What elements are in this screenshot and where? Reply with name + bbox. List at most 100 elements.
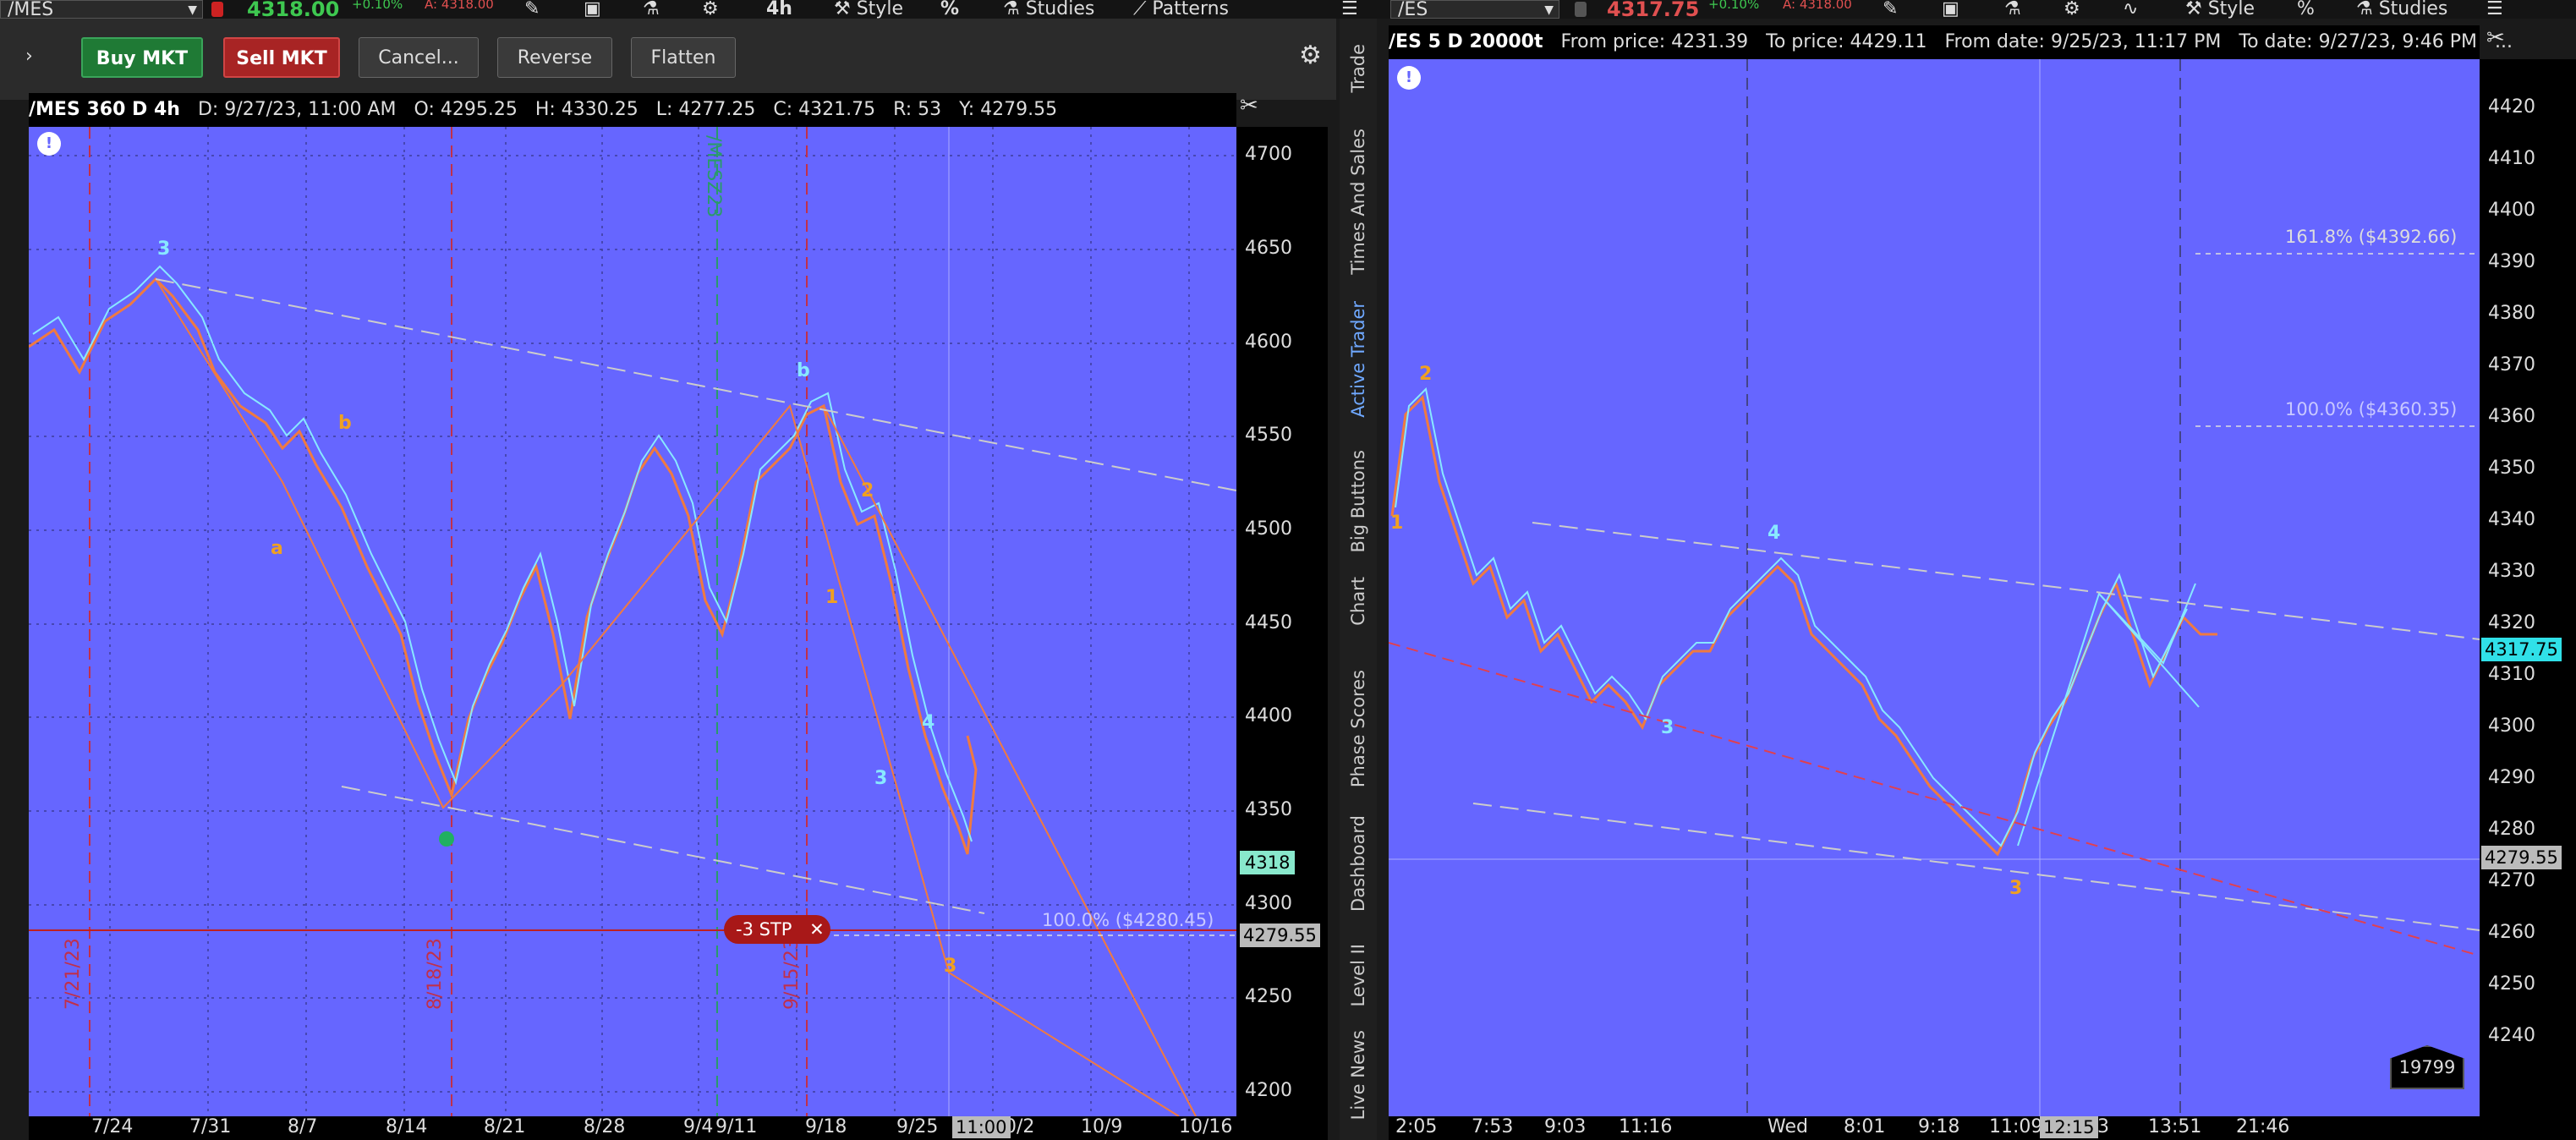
stop-order-chip[interactable]: -3 STP ✕: [724, 915, 830, 944]
chevron-down-icon: ▼: [188, 3, 197, 17]
studies-menu[interactable]: ⚗ Studies: [1003, 0, 1094, 19]
tab-times-and-sales[interactable]: Times And Sales: [1348, 129, 1368, 275]
price-tick: 4340: [2488, 509, 2535, 530]
cancel-button[interactable]: Cancel...: [359, 37, 479, 78]
gear-icon[interactable]: ⚙: [702, 0, 719, 19]
crosshair-price-tag: 4279.55: [2481, 846, 2562, 869]
tab-active-trader[interactable]: Active Trader: [1348, 301, 1368, 418]
tab-trade[interactable]: Trade: [1348, 44, 1368, 93]
left-date-axis[interactable]: 7/24 7/31 8/7 8/14 8/21 8/28 9/4 9/11 9/…: [29, 1116, 1328, 1140]
flask-icon[interactable]: ⚗: [2004, 0, 2021, 19]
flatten-button[interactable]: Flatten: [631, 37, 736, 78]
snapshot-icon[interactable]: ▣: [584, 0, 601, 19]
drawing-tools-icon[interactable]: ✂: [1240, 93, 1258, 118]
price-tick: 4450: [1245, 612, 1292, 633]
flask-icon[interactable]: ⚗: [643, 0, 660, 19]
alert-icon[interactable]: [211, 2, 223, 17]
aggregation-selector[interactable]: 4h: [766, 0, 792, 19]
left-chart-header: /MES 360 D 4h D: 9/27/23, 11:00 AM O: 42…: [29, 93, 1236, 127]
to-date: To date: 9/27/23, 9:46 PM: [2239, 31, 2478, 52]
wave-icon[interactable]: ∿: [2123, 0, 2138, 19]
left-price-axis[interactable]: 4700 4650 4600 4550 4500 4450 4400 4350 …: [1236, 127, 1328, 1116]
right-price-axis[interactable]: 4420 4410 4400 4390 4380 4370 4360 4350 …: [2480, 59, 2576, 1116]
right-symbol-selector[interactable]: /ES ▼: [1390, 0, 1559, 19]
tab-chart[interactable]: Chart: [1348, 577, 1368, 626]
right-time-axis[interactable]: 2:05 7:53 9:03 11:16 Wed 8:01 9:18 11:09…: [1389, 1116, 2576, 1140]
cursor-time-tag: 11:00: [952, 1116, 1011, 1138]
right-ask: A: 4318.00: [1783, 0, 1852, 12]
left-change: +0.10%: [352, 0, 403, 12]
info-icon[interactable]: !: [37, 132, 61, 156]
style-label: Style: [2207, 0, 2255, 19]
price-tick: 4400: [2488, 200, 2535, 221]
link-icon[interactable]: [1575, 2, 1587, 17]
drawing-icon[interactable]: ✎: [1883, 0, 1898, 19]
tab-live-news[interactable]: Live News: [1348, 1030, 1368, 1120]
vertical-date-label: 9/15/23: [781, 938, 803, 1010]
reverse-button[interactable]: Reverse: [497, 37, 612, 78]
price-tick: 4600: [1245, 332, 1292, 353]
wave-label: 2: [861, 480, 874, 501]
time-tick: 9:18: [1918, 1116, 1960, 1137]
date-tick: 7/24: [91, 1116, 134, 1137]
price-tick: 4390: [2488, 251, 2535, 272]
snapshot-icon[interactable]: ▣: [1942, 0, 1959, 19]
fib-100-label: 100.0% ($4360.35): [2285, 399, 2458, 419]
tab-level-ii[interactable]: Level II: [1348, 944, 1368, 1007]
info-icon[interactable]: !: [1397, 66, 1421, 90]
percent-button[interactable]: %: [940, 0, 959, 19]
style-menu[interactable]: ⚒ Style: [2185, 0, 2255, 19]
close-icon[interactable]: ✕: [809, 919, 825, 940]
date-tick: 8/21: [484, 1116, 526, 1137]
stop-order-label: -3 STP: [736, 919, 792, 940]
tab-phase-scores[interactable]: Phase Scores: [1348, 670, 1368, 787]
style-icon: ⚒: [2185, 0, 2208, 19]
left-chart-svg: [29, 127, 1236, 1116]
date-tick: 10/16: [1179, 1116, 1233, 1137]
expand-icon[interactable]: ›: [25, 46, 33, 67]
tab-dashboard[interactable]: Dashboard: [1348, 815, 1368, 912]
gear-icon[interactable]: ⚙: [2064, 0, 2080, 19]
price-tick: 4310: [2488, 664, 2535, 685]
patterns-label: Patterns: [1152, 0, 1230, 19]
price-tick: 4360: [2488, 406, 2535, 427]
price-tick: 4200: [1245, 1080, 1292, 1101]
wave-label: a: [271, 538, 283, 559]
fib-161-label: 161.8% ($4392.66): [2285, 227, 2458, 247]
bar-open: O: 4295.25: [414, 99, 518, 120]
date-tick: 7/31: [189, 1116, 232, 1137]
percent-button[interactable]: %: [2297, 0, 2315, 19]
buy-market-button[interactable]: Buy MKT: [81, 37, 203, 78]
drawing-icon[interactable]: ✎: [524, 0, 540, 19]
contract-roll-label: /MESZ23: [703, 135, 724, 218]
price-tick: 4250: [2488, 973, 2535, 995]
patterns-menu[interactable]: ⟋ Patterns: [1133, 0, 1229, 19]
price-tick: 4650: [1245, 238, 1292, 259]
menu-icon[interactable]: ☰: [2486, 0, 2503, 19]
date-tick: 8/28: [584, 1116, 626, 1137]
studies-menu[interactable]: ⚗ Studies: [2356, 0, 2447, 19]
left-chart-area[interactable]: ! 3 b a b 2 1 4 3 3 7/21/23 8/18/23 9/15…: [29, 127, 1236, 1116]
bar-date: D: 9/27/23, 11:00 AM: [197, 99, 397, 120]
tab-big-buttons[interactable]: Big Buttons: [1348, 450, 1368, 553]
left-symbol-selector[interactable]: /MES ▼: [0, 0, 203, 19]
drawing-tools-icon[interactable]: ✂: [2486, 25, 2505, 51]
menu-icon[interactable]: ☰: [1341, 0, 1358, 19]
right-chart-area[interactable]: ! 2 1 4 3 3 161.8% ($4392.66) 100.0% ($4…: [1389, 59, 2480, 1116]
price-tick: 4280: [2488, 819, 2535, 840]
time-tick: 7:53: [1472, 1116, 1514, 1137]
price-tick: 4250: [1245, 986, 1292, 1007]
sell-market-button[interactable]: Sell MKT: [223, 37, 340, 78]
date-tick: 9/25: [896, 1116, 939, 1137]
gear-icon[interactable]: ⚙: [1299, 41, 1322, 70]
date-tick: 9/18: [805, 1116, 847, 1137]
right-chart-header: /ES 5 D 20000t From price: 4231.39 To pr…: [1389, 25, 2513, 59]
top-toolbar: /MES ▼ 4318.00 +0.10% A: 4318.00 ✎ ▣ ⚗ ⚙…: [0, 0, 2576, 19]
style-menu[interactable]: ⚒ Style: [834, 0, 903, 19]
price-tick: 4410: [2488, 148, 2535, 169]
chevron-down-icon: ▼: [1544, 3, 1554, 17]
time-tick: 11:16: [1619, 1116, 1673, 1137]
crosshair-price-tag: 4279.55: [1240, 924, 1320, 947]
patterns-icon: ⟋: [1133, 0, 1153, 19]
style-icon: ⚒: [834, 0, 857, 19]
